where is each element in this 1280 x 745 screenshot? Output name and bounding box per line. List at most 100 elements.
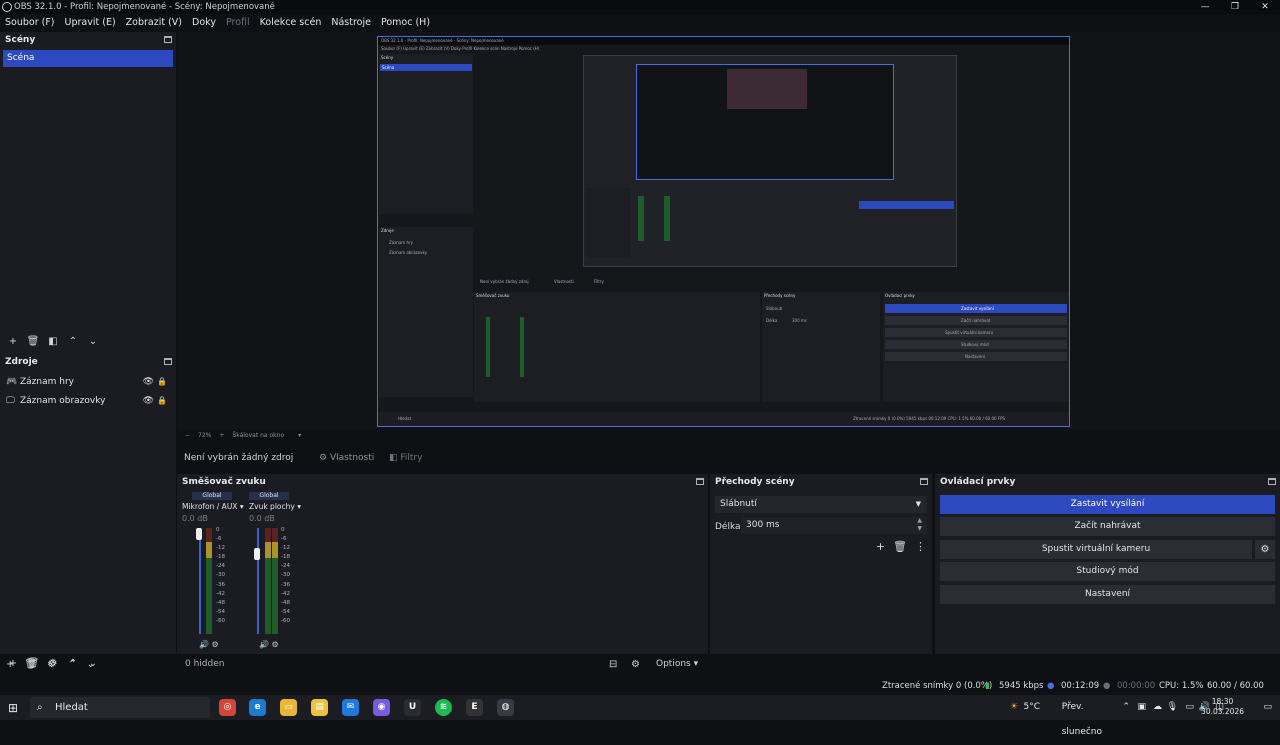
advanced-audio-icon[interactable]: ⚙ bbox=[631, 659, 640, 670]
nested-transitions: Přechody scény Slábnutí Délka 300 ms bbox=[762, 292, 880, 402]
filters-label: Filtry bbox=[400, 453, 423, 463]
maximize-button[interactable]: ❐ bbox=[1220, 0, 1250, 14]
channel-settings-icon[interactable]: ⚙ bbox=[212, 640, 219, 649]
search-icon: ⌕ bbox=[37, 702, 43, 713]
speaker-icon[interactable]: 🔊 bbox=[199, 640, 209, 649]
gamepad-icon: 🎮 bbox=[6, 376, 18, 387]
start-virtual-camera-button[interactable]: Spustit virtuální kameru bbox=[940, 540, 1252, 559]
source-item[interactable]: 🎮 Záznam hry 👁 🔒 bbox=[0, 372, 176, 391]
file-explorer-icon[interactable]: ▭ bbox=[280, 699, 297, 716]
properties-button[interactable]: ⚙ Vlastnosti bbox=[319, 447, 374, 469]
clock[interactable]: 18:30 30.03.2026 bbox=[1201, 697, 1244, 717]
volume-knob[interactable] bbox=[196, 528, 202, 540]
nested-b2: Začít nahrávat bbox=[961, 318, 991, 323]
notes-icon[interactable]: ▤ bbox=[311, 699, 328, 716]
undock-icon[interactable] bbox=[920, 478, 928, 485]
edge-icon[interactable]: e bbox=[249, 699, 266, 716]
ubisoft-icon[interactable]: U bbox=[404, 699, 421, 716]
tray-app-icon[interactable]: ☁ bbox=[1153, 695, 1162, 720]
visibility-eye-icon[interactable]: 👁 bbox=[143, 396, 154, 406]
virtual-camera-gear-icon[interactable]: ⚙ bbox=[1255, 540, 1275, 559]
menu-help[interactable]: Pomoc (H) bbox=[381, 14, 430, 32]
remove-scene-icon[interactable]: 🗑 bbox=[26, 336, 40, 347]
channel-name[interactable]: Mikrofon / AUX ▾ bbox=[182, 502, 244, 511]
start-recording-button[interactable]: Začít nahrávat bbox=[940, 517, 1275, 536]
trash-icon[interactable]: 🗑 bbox=[24, 659, 37, 670]
menu-edit[interactable]: Upravit (E) bbox=[65, 14, 116, 32]
menu-scene-collection[interactable]: Kolekce scén bbox=[260, 14, 322, 32]
filters-button[interactable]: ◧ Filtry bbox=[389, 447, 422, 469]
spinner-icon[interactable]: ▲ ▼ bbox=[917, 517, 922, 533]
mixer-options-button[interactable]: Options ▾ bbox=[656, 659, 698, 669]
scale-mode[interactable]: Škálovat na okno bbox=[232, 429, 284, 443]
nested-inner-preview bbox=[636, 64, 894, 180]
mixer-layout-icon[interactable]: ⊟ bbox=[609, 659, 617, 670]
undock-icon[interactable] bbox=[696, 478, 704, 485]
add-scene-icon[interactable]: + bbox=[6, 336, 20, 347]
chevron-up-icon[interactable]: ⌃ bbox=[68, 659, 76, 670]
nested-meter bbox=[486, 317, 490, 377]
undock-icon[interactable] bbox=[164, 36, 172, 43]
obs-taskbar-icon[interactable]: ◍ bbox=[497, 699, 514, 716]
menu-tools[interactable]: Nástroje bbox=[331, 14, 371, 32]
mail-icon[interactable]: ✉ bbox=[342, 699, 359, 716]
microphone-icon[interactable]: 🎙 bbox=[1167, 695, 1178, 720]
volume-knob[interactable] bbox=[254, 548, 260, 560]
channel-group-badge: Global bbox=[249, 492, 289, 500]
remove-transition-icon[interactable]: 🗑 bbox=[893, 540, 907, 553]
chrome-icon[interactable]: ◎ bbox=[219, 699, 236, 716]
obs-logo-icon bbox=[2, 2, 12, 12]
taskbar-search[interactable]: ⌕ Hledat bbox=[30, 697, 210, 718]
scene-filters-icon[interactable]: ◧ bbox=[46, 336, 60, 347]
lock-icon[interactable]: 🔒 bbox=[157, 396, 167, 405]
weather-text[interactable]: Přev. slunečno bbox=[1062, 695, 1102, 745]
preview-canvas[interactable]: OBS 32.1.0 - Profil: Nepojmenované - Scé… bbox=[377, 36, 1070, 427]
tray-app-icon[interactable]: ▣ bbox=[1137, 695, 1146, 720]
source-item[interactable]: 🖵 Záznam obrazovky 👁 🔒 bbox=[0, 391, 176, 410]
chevron-down-icon[interactable]: ▾ bbox=[298, 429, 301, 443]
chevron-down-icon[interactable]: ⌄ bbox=[86, 659, 94, 670]
channel-settings-icon[interactable]: ⚙ bbox=[272, 640, 279, 649]
epic-games-icon[interactable]: E bbox=[466, 699, 483, 716]
duration-input[interactable]: 300 ms ▲ ▼ bbox=[741, 517, 927, 534]
windows-start-icon[interactable]: ⊞ bbox=[8, 701, 18, 715]
undock-icon[interactable] bbox=[1268, 478, 1276, 485]
volume-slider[interactable] bbox=[199, 528, 201, 634]
menu-view[interactable]: Zobrazit (V) bbox=[126, 14, 182, 32]
tray-expand-icon[interactable]: ⌃ bbox=[1122, 695, 1130, 720]
spotify-icon[interactable]: ≋ bbox=[435, 699, 452, 716]
menu-profile[interactable]: Profil bbox=[226, 14, 250, 32]
close-button[interactable]: ✕ bbox=[1250, 0, 1280, 14]
studio-mode-button[interactable]: Studiový mód bbox=[940, 562, 1275, 581]
speaker-icon[interactable]: 🔊 bbox=[259, 640, 269, 649]
channel-db: 0.0 dB bbox=[182, 514, 208, 523]
gear-icon[interactable]: ⚙ bbox=[47, 659, 56, 670]
menu-file[interactable]: Soubor (F) bbox=[5, 14, 55, 32]
no-source-label: Není vybrán žádný zdroj bbox=[184, 453, 294, 463]
stop-streaming-button[interactable]: Zastavit vysílání bbox=[940, 495, 1275, 514]
notification-icon[interactable]: ▭ bbox=[1263, 695, 1272, 720]
network-icon[interactable]: ▭ bbox=[1185, 695, 1194, 720]
discord-icon[interactable]: ◉ bbox=[373, 699, 390, 716]
channel-name[interactable]: Zvuk plochy ▾ bbox=[249, 502, 307, 511]
source-name: Záznam obrazovky bbox=[20, 395, 106, 406]
scenes-toolbar: + 🗑 ◧ ⌃ ⌄ bbox=[0, 334, 100, 348]
more-options-icon[interactable]: ⋮ bbox=[915, 540, 926, 553]
visibility-eye-icon[interactable]: 👁 bbox=[143, 377, 154, 387]
zoom-in-button[interactable]: + bbox=[219, 429, 224, 443]
add-transition-icon[interactable]: + bbox=[876, 540, 885, 553]
add-icon[interactable]: + bbox=[6, 659, 14, 670]
menu-docks[interactable]: Doky bbox=[192, 14, 216, 32]
undock-icon[interactable] bbox=[164, 358, 172, 365]
volume-slider[interactable] bbox=[257, 528, 259, 634]
nested-ctrl-btn: Spustit virtuální kameru bbox=[885, 328, 1067, 337]
move-scene-down-icon[interactable]: ⌄ bbox=[86, 336, 100, 347]
settings-button[interactable]: Nastavení bbox=[940, 585, 1275, 604]
zoom-out-button[interactable]: − bbox=[185, 429, 190, 443]
transition-select[interactable]: Slábnutí ▼ bbox=[715, 496, 927, 513]
scene-item[interactable]: Scéna bbox=[3, 50, 173, 67]
lock-icon[interactable]: 🔒 bbox=[157, 377, 167, 386]
move-scene-up-icon[interactable]: ⌃ bbox=[66, 336, 80, 347]
minimize-button[interactable]: — bbox=[1190, 0, 1220, 14]
weather-temp[interactable]: 5°C bbox=[1023, 695, 1040, 720]
